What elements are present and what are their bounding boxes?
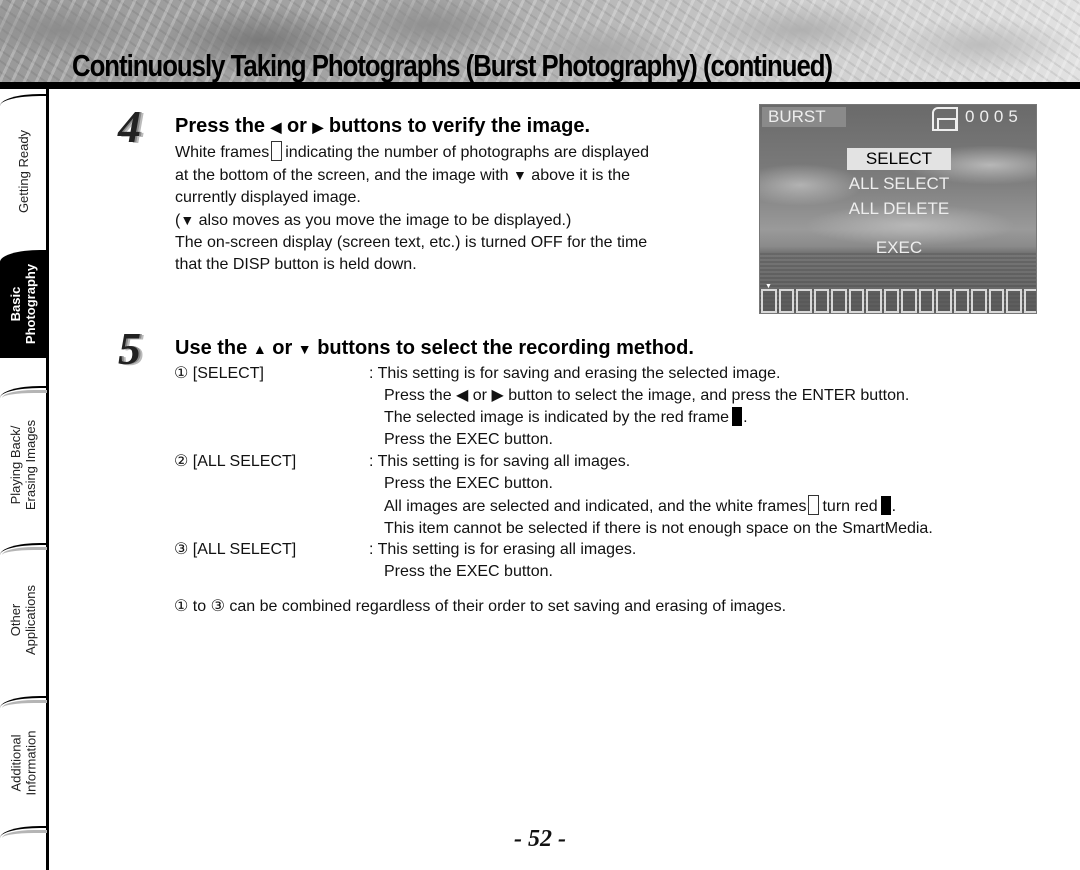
- thumbnail-frame[interactable]: [761, 289, 777, 313]
- option-line: This item cannot be selected if there is…: [384, 520, 933, 537]
- thumbnail-frame[interactable]: [988, 289, 1004, 313]
- option-line: Press the EXEC button.: [384, 431, 553, 448]
- option-select-label: ① [SELECT]: [174, 365, 264, 382]
- side-tab-getting-ready[interactable]: Getting Ready: [0, 94, 47, 246]
- step-4-line: currently displayed image.: [175, 189, 361, 206]
- option-line: : This setting is for saving and erasing…: [369, 365, 781, 382]
- step-4-heading: Press the ◀ or ▶ buttons to verify the i…: [175, 115, 590, 137]
- down-arrow-icon: ▼: [297, 341, 312, 357]
- lcd-frame-counter: 0005: [965, 107, 1023, 126]
- option-select-description: : This setting is for saving and erasing…: [369, 363, 909, 451]
- lcd-menu-all-select[interactable]: ALL SELECT: [760, 173, 1036, 195]
- step-4-line: White frames indicating the number of pho…: [175, 141, 649, 164]
- thumbnail-frame[interactable]: [778, 289, 794, 313]
- thumbnail-frame[interactable]: [796, 289, 812, 313]
- white-frame-icon: [271, 141, 283, 161]
- thumbnail-frame[interactable]: [953, 289, 969, 313]
- tab-edge: [0, 386, 47, 398]
- up-arrow-icon: ▲: [252, 341, 267, 357]
- down-arrow-icon: ▼: [512, 167, 527, 183]
- option-all-delete-description: : This setting is for erasing all images…: [369, 539, 636, 583]
- side-tab-additional-information[interactable]: Additional Information: [0, 696, 47, 828]
- step-4-line: that the DISP button is held down.: [175, 256, 417, 273]
- thumbnail-frame[interactable]: [1023, 289, 1036, 313]
- tab-edge: [0, 94, 47, 106]
- thumbnail-frame[interactable]: [848, 289, 864, 313]
- thumbnail-frame[interactable]: [813, 289, 829, 313]
- lcd-menu-select[interactable]: SELECT: [760, 148, 1036, 170]
- side-tab-other-applications[interactable]: Other Applications: [0, 543, 47, 695]
- step-4-body: White frames indicating the number of pho…: [175, 141, 649, 276]
- left-arrow-icon: ◀: [270, 119, 282, 135]
- option-line: Press the EXEC button.: [384, 475, 553, 492]
- option-line: The selected image is indicated by the r…: [384, 407, 748, 426]
- option-line: All images are selected and indicated, a…: [369, 495, 933, 518]
- thumbnail-frame[interactable]: [883, 289, 899, 313]
- header-rule: [0, 82, 1080, 89]
- tab-edge: [0, 543, 47, 555]
- step-4-line: at the bottom of the screen, and the ima…: [175, 167, 631, 184]
- thumbnail-frame[interactable]: [866, 289, 882, 313]
- lcd-mode-label: BURST: [762, 107, 846, 127]
- lcd-menu-all-delete[interactable]: ALL DELETE: [760, 198, 1036, 220]
- side-tab-label: Additional Information: [8, 730, 39, 796]
- option-all-delete-label: ③ [ALL SELECT]: [174, 541, 297, 558]
- red-frame-icon: [732, 407, 743, 426]
- camera-lcd-screen: BURST 0005 SELECT ALL SELECT ALL DELETE …: [759, 104, 1037, 314]
- side-tab-label: Getting Ready: [16, 129, 32, 213]
- down-arrow-icon: ▼: [180, 212, 195, 228]
- page-number: - 52 -: [514, 826, 566, 852]
- thumbnail-frame[interactable]: [971, 289, 987, 313]
- side-tab-playing-back-erasing[interactable]: Playing Back/ Erasing Images: [0, 386, 47, 542]
- thumbnail-frame[interactable]: [831, 289, 847, 313]
- step-4-line: (▼ also moves as you move the image to b…: [175, 212, 572, 229]
- smartmedia-card-icon: [932, 107, 958, 131]
- red-frame-icon: [880, 496, 891, 515]
- side-tab-basic-photography[interactable]: Basic Photography: [0, 250, 47, 358]
- lcd-menu-exec[interactable]: EXEC: [760, 237, 1036, 259]
- thumbnail-frame[interactable]: [936, 289, 952, 313]
- tab-edge: [0, 696, 47, 708]
- option-all-select-description: : This setting is for saving all images.…: [369, 451, 933, 540]
- side-tab-label: Basic Photography: [8, 263, 39, 345]
- option-line: Press the EXEC button.: [384, 563, 553, 580]
- step-5-number: 5: [118, 323, 141, 374]
- option-line: : This setting is for erasing all images…: [369, 541, 637, 558]
- page-title: Continuously Taking Photographs (Burst P…: [72, 48, 833, 83]
- thumbnail-frame[interactable]: [901, 289, 917, 313]
- option-all-select-label: ② [ALL SELECT]: [174, 453, 297, 470]
- step-5-note: ① to ③ can be combined regardless of the…: [174, 598, 787, 615]
- step-5-heading: Use the ▲ or ▼ buttons to select the rec…: [175, 337, 694, 359]
- right-arrow-icon: ▶: [312, 119, 324, 135]
- option-line: Press the ◀ or ▶ button to select the im…: [384, 387, 910, 404]
- white-frame-icon: [808, 495, 820, 515]
- step-4-number: 4: [118, 101, 141, 152]
- thumbnail-frame[interactable]: [1006, 289, 1022, 313]
- thumbnail-strip: [761, 289, 1036, 313]
- option-line: : This setting is for saving all images.: [369, 453, 631, 470]
- thumbnail-frame[interactable]: [918, 289, 934, 313]
- side-tab-label: Playing Back/ Erasing Images: [8, 419, 39, 511]
- step-4-line: The on-screen display (screen text, etc.…: [175, 234, 648, 251]
- side-tab-label: Other Applications: [8, 584, 39, 656]
